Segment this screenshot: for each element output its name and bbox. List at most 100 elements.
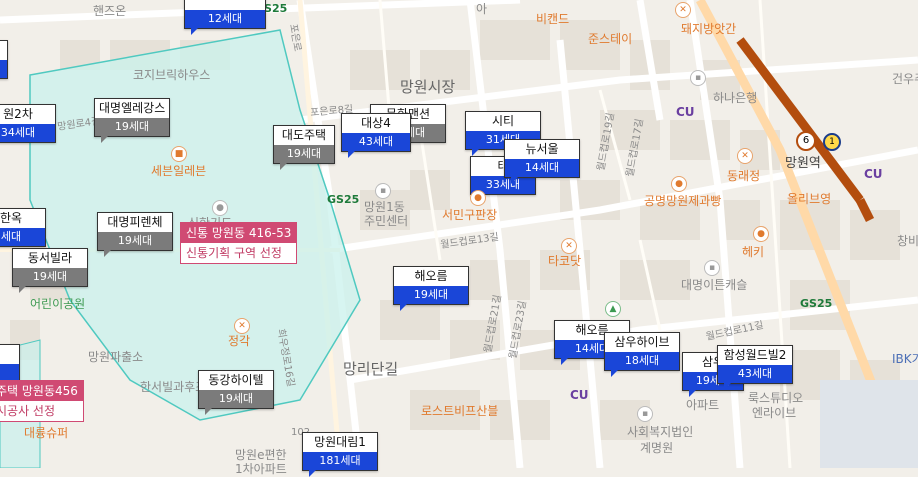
complex-count: 19세대: [199, 390, 273, 408]
restaurant-icon: ✕: [234, 318, 250, 334]
restaurant-icon: ✕: [561, 238, 577, 254]
place-bicand: 비캔드: [536, 12, 570, 26]
gs25-b: GS25: [800, 297, 833, 310]
restaurant-icon: ✕: [675, 2, 691, 18]
redevelop-zone-tag[interactable]: 신통 망원동 416-53 신통기획 구역 선정: [180, 222, 298, 264]
line6-icon: 6: [796, 131, 816, 151]
complex-marker[interactable]: 삼우하이브 18세대: [604, 332, 680, 377]
complex-count: 19세대: [394, 286, 468, 304]
complex-count: 세대: [0, 228, 45, 246]
complex-marker[interactable]: 동강하이텔 19세대: [198, 370, 274, 415]
complex-count: 18세대: [605, 352, 679, 370]
place-manrim: 망리단길: [343, 360, 399, 378]
place-top-abc: 아: [476, 2, 488, 16]
place-jumin: 주민센터: [364, 214, 409, 228]
place-apt: 아파트: [686, 398, 720, 412]
zone-title: 신통 망원동 416-53: [181, 223, 297, 243]
store-icon: ■: [171, 146, 187, 162]
place-mangwon-park: 망원파출소: [88, 350, 144, 364]
complex-marker[interactable]: 함성월드빌2 43세대: [717, 345, 793, 390]
complex-marker[interactable]: 원2차 34세대: [0, 104, 56, 143]
store-icon: ●: [470, 190, 486, 206]
complex-marker[interactable]: 스: [0, 344, 20, 383]
complex-name: 대상4: [361, 116, 391, 130]
complex-count: 34세대: [0, 124, 55, 142]
complex-name: 대도주택: [281, 128, 327, 142]
complex-marker[interactable]: 동서빌라 19세대: [12, 248, 88, 293]
park-icon: ▲: [605, 301, 621, 317]
complex-count: 43세대: [342, 133, 410, 151]
complex-marker[interactable]: 대상4 43세대: [341, 113, 411, 158]
complex-name: 스: [0, 345, 19, 364]
cu-c: CU: [864, 167, 883, 181]
place-bakery: 공명망원제과빵: [644, 194, 722, 208]
place-daeryung: 대륭슈퍼: [24, 426, 69, 440]
place-mangwon-e2: 1차아파트: [235, 462, 287, 476]
place-enrive: 엔라이브: [752, 406, 797, 420]
complex-name: 동서빌라: [27, 251, 73, 265]
complex-name: 시티: [491, 114, 515, 128]
complex-name: [185, 0, 265, 10]
complex-marker[interactable]: 뉴서울 14세대: [504, 139, 580, 184]
complex-marker[interactable]: 해오름 19세대: [393, 266, 469, 311]
place-hehe: 헤키: [742, 245, 765, 259]
place-daemyung-capsule: 대명이튼캐슬: [681, 278, 748, 292]
complex-count: 43세대: [718, 365, 792, 383]
place-rosto: 로스트비프산블: [421, 404, 499, 418]
office-icon: ▪: [375, 183, 391, 199]
complex-name: 함성월드빌2: [723, 348, 787, 362]
place-market: 망원시장: [400, 78, 456, 96]
place-ewoolim: 어린이공원: [30, 297, 86, 311]
place-hanjoo: 핸즈온: [93, 4, 127, 18]
complex-name: 원2차: [3, 107, 33, 121]
complex-marker[interactable]: [0, 40, 8, 79]
bakery-icon: ●: [671, 176, 687, 192]
place-junst: 준스테이: [588, 32, 633, 46]
place-changbi: 창비: [897, 234, 918, 248]
complex-name: 삼우하이브: [614, 335, 670, 349]
place-hanseo: 한서빌과후조: [140, 380, 207, 394]
complex-count: 12세대: [185, 10, 265, 28]
complex-marker[interactable]: 대명엘레강스 19세대: [94, 98, 170, 143]
complex-count: [0, 60, 7, 78]
complex-marker[interactable]: 한옥 세대: [0, 208, 46, 247]
building-icon: ▪: [637, 406, 653, 422]
zone-title: 주택 망원동456: [0, 381, 83, 401]
cu-a: CU: [676, 105, 695, 119]
place-hanaro: 하나은행: [713, 91, 758, 105]
place-social: 사회복지법인: [627, 425, 694, 439]
place-tacos: 타코닷: [548, 254, 582, 268]
cafe-icon: ●: [753, 226, 769, 242]
complex-count: 19세대: [274, 145, 334, 163]
station-name[interactable]: 망원역: [785, 152, 821, 171]
complex-name: 해오름: [414, 269, 448, 283]
place-pig: 돼지방앗간: [681, 22, 737, 36]
complex-name: 뉴서울: [525, 142, 559, 156]
complex-name: 동강하이텔: [208, 373, 264, 387]
gs25-a: GS25: [327, 193, 360, 206]
complex-count: 19세대: [98, 232, 172, 250]
complex-count: 14세대: [505, 159, 579, 177]
complex-name: 한옥: [0, 211, 23, 225]
place-donghwa: 동래정: [727, 169, 761, 183]
complex-name: 대명피렌체: [107, 215, 163, 229]
complex-name: 망원대림1: [314, 435, 366, 449]
restaurant-icon: ✕: [737, 148, 753, 164]
zone-status: 시공사 선정: [0, 404, 56, 418]
place-cozy: 코지브릭하우스: [133, 68, 211, 82]
place-jeonggak: 정각: [228, 334, 251, 348]
complex-marker[interactable]: 대도주택 19세대: [273, 125, 335, 170]
building-icon: ▪: [704, 260, 720, 276]
place-olive: 올리브영: [787, 192, 832, 206]
place-ibk: IBK기: [892, 352, 918, 366]
complex-count: 19세대: [13, 268, 87, 286]
complex-name: [0, 41, 7, 60]
place-gunwoo: 건우주: [892, 72, 918, 86]
complex-count: 19세대: [95, 118, 169, 136]
redevelop-zone-tag[interactable]: 주택 망원동456 시공사 선정: [0, 380, 84, 422]
complex-name: 대명엘레강스: [99, 101, 166, 115]
complex-marker[interactable]: 대명피렌체 19세대: [97, 212, 173, 257]
complex-marker[interactable]: 망원대림1 181세대: [302, 432, 378, 477]
place-gyemyung: 계명원: [640, 441, 674, 455]
complex-marker[interactable]: 12세대: [184, 0, 266, 35]
